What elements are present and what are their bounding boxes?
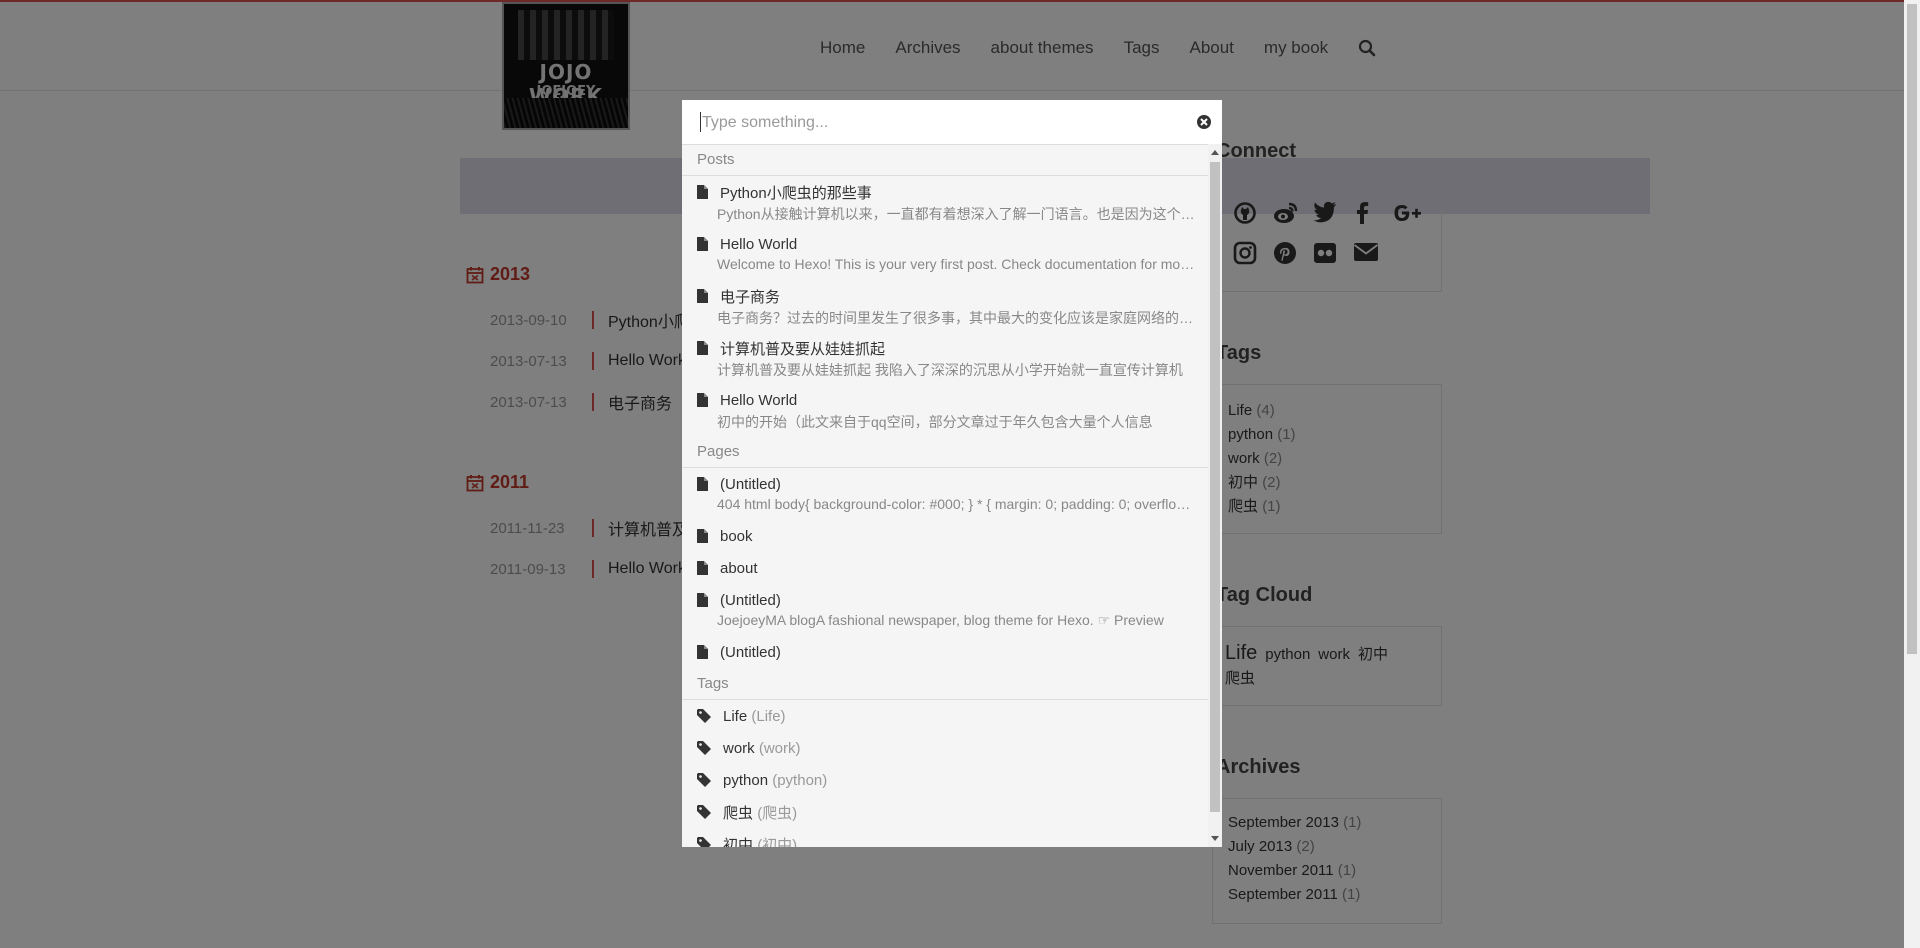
result-item[interactable]: (Untitled) JoejoeyMA blogA fashional new…: [682, 584, 1208, 636]
tag-icon: [697, 773, 711, 787]
file-icon: [697, 593, 708, 607]
result-title: 计算机普及要从娃娃抓起: [720, 340, 886, 358]
result-title: about: [720, 559, 758, 577]
tag-icon: [697, 741, 711, 755]
tag-name: 初中: [723, 836, 754, 848]
results-section-tags: Tags: [682, 668, 1208, 700]
tag-icon: [697, 709, 711, 723]
result-item[interactable]: about: [682, 552, 1208, 584]
file-icon: [697, 529, 708, 543]
tag-name: Life: [723, 707, 748, 725]
tag-name: 爬虫: [723, 804, 754, 822]
tag-icon: [697, 805, 711, 819]
tag-slug: (Life): [751, 707, 786, 725]
result-item[interactable]: (Untitled): [682, 636, 1208, 668]
results-section-posts: Posts: [682, 144, 1208, 176]
tag-result[interactable]: python (python): [682, 764, 1208, 796]
file-icon: [697, 289, 708, 303]
scroll-thumb[interactable]: [1210, 162, 1220, 812]
tag-result[interactable]: work (work): [682, 732, 1208, 764]
file-icon: [697, 393, 708, 407]
file-icon: [697, 341, 708, 355]
scroll-up-arrow[interactable]: [1211, 150, 1219, 155]
result-excerpt: 初中的开始（此文来自于qq空间，部分文章过于年久包含大量个人信息: [717, 414, 1153, 430]
search-modal: Posts Python小爬虫的那些事 Python从接触计算机以来，一直都有着…: [682, 100, 1222, 847]
result-item[interactable]: (Untitled) 404 html body{ background-col…: [682, 468, 1208, 520]
result-title: Python小爬虫的那些事: [720, 184, 872, 202]
result-excerpt: 电子商务？过去的时间里发生了很多事，其中最大的变化应该是家庭网络的普及: [717, 310, 1198, 326]
search-box: [682, 100, 1222, 145]
tag-name: python: [723, 771, 769, 789]
result-title: Hello World: [720, 391, 798, 409]
file-icon: [697, 561, 708, 575]
result-title: (Untitled): [720, 591, 781, 609]
file-icon: [697, 477, 708, 491]
tag-icon: [697, 837, 711, 847]
tag-result[interactable]: 爬虫 (爬虫): [682, 796, 1208, 828]
results-section-pages: Pages: [682, 436, 1208, 468]
tag-name: work: [723, 739, 755, 757]
file-icon: [697, 237, 708, 251]
close-icon[interactable]: [1196, 114, 1212, 130]
result-title: (Untitled): [720, 475, 781, 493]
page-scrollbar[interactable]: [1904, 0, 1920, 948]
search-results: Posts Python小爬虫的那些事 Python从接触计算机以来，一直都有着…: [682, 144, 1208, 847]
tag-result[interactable]: Life (Life): [682, 700, 1208, 732]
search-input[interactable]: [700, 110, 1164, 136]
result-excerpt: 计算机普及要从娃娃抓起 我陷入了深深的沉思从小学开始就一直宣传计算机: [717, 362, 1183, 378]
result-title: book: [720, 527, 753, 545]
tag-slug: (work): [758, 739, 801, 757]
tag-slug: (爬虫): [757, 804, 798, 822]
scroll-down-arrow[interactable]: [1211, 836, 1219, 841]
result-excerpt: Welcome to Hexo! This is your very first…: [717, 256, 1198, 272]
file-icon: [697, 185, 708, 199]
result-title: 电子商务: [720, 288, 781, 306]
result-excerpt: JoejoeyMA blogA fashional newspaper, blo…: [717, 612, 1164, 628]
result-item[interactable]: 计算机普及要从娃娃抓起 计算机普及要从娃娃抓起 我陷入了深深的沉思从小学开始就一…: [682, 332, 1208, 384]
result-item[interactable]: Hello World 初中的开始（此文来自于qq空间，部分文章过于年久包含大量…: [682, 384, 1208, 436]
result-item[interactable]: 电子商务 电子商务？过去的时间里发生了很多事，其中最大的变化应该是家庭网络的普及: [682, 280, 1208, 332]
results-scrollbar[interactable]: [1208, 144, 1222, 847]
result-item[interactable]: Hello World Welcome to Hexo! This is you…: [682, 228, 1208, 280]
tag-result[interactable]: 初中 (初中): [682, 828, 1208, 847]
file-icon: [697, 645, 708, 659]
result-excerpt: 404 html body{ background-color: #000; }…: [717, 496, 1198, 512]
tag-slug: (python): [772, 771, 828, 789]
result-excerpt: Python从接触计算机以来，一直都有着想深入了解一门语言。也是因为这个原因: [717, 206, 1198, 222]
tag-slug: (初中): [757, 836, 798, 848]
result-title: (Untitled): [720, 643, 781, 661]
result-item[interactable]: book: [682, 520, 1208, 552]
result-title: Hello World: [720, 235, 798, 253]
result-item[interactable]: Python小爬虫的那些事 Python从接触计算机以来，一直都有着想深入了解一…: [682, 176, 1208, 228]
